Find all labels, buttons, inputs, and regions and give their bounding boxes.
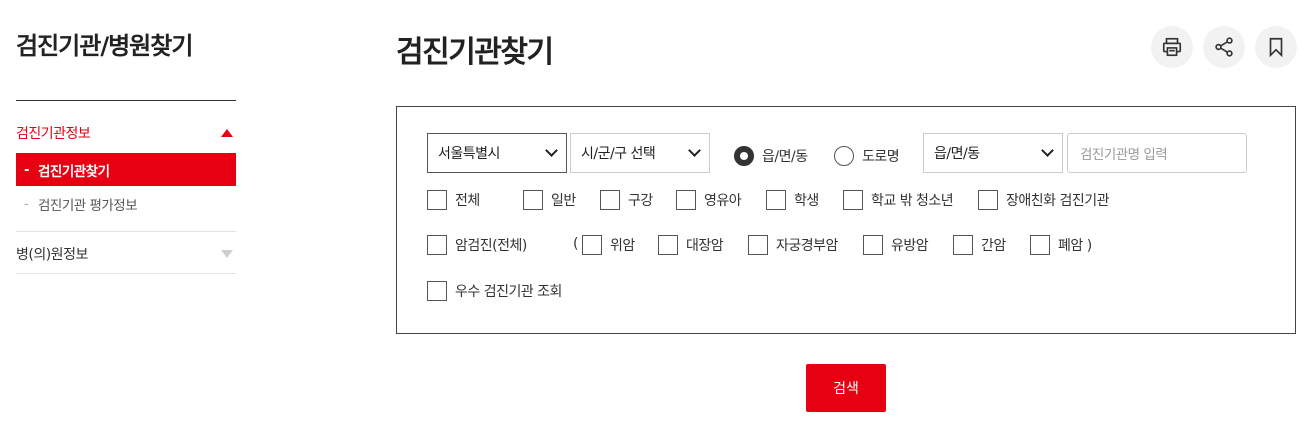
town-select[interactable]: 읍/면/동 [923,133,1063,173]
chevron-down-icon [1041,144,1054,157]
checkbox-label: 간암 [981,238,1006,254]
checkbox-colon-cancer[interactable]: 대장암 [658,235,724,255]
radio-town[interactable]: 읍/면/동 [734,146,808,166]
menu-divider [16,273,236,274]
menu-group-hospital-info: 병(의)원정보 [16,232,236,276]
print-button[interactable] [1151,26,1193,68]
bookmark-icon [1269,37,1283,58]
checkbox[interactable] [427,281,447,301]
page-title: 검진기관찾기 [396,35,554,70]
checkbox-student[interactable]: 학생 [766,190,819,210]
checkbox-label: 자궁경부암 [776,238,838,254]
sidebar-item-find-checkup[interactable]: - 검진기관찾기 [16,153,236,186]
checkbox[interactable] [748,235,768,255]
checkbox[interactable] [843,190,863,210]
radio-button[interactable] [834,146,854,166]
checkbox-label: 대장암 [686,238,724,254]
triangle-down-icon [221,250,233,258]
checkbox-label: 유방암 [891,238,929,254]
share-icon [1215,37,1233,57]
paren-open: ( [573,236,579,252]
dash-icon: - [24,161,30,178]
district-select-value: 시/군/구 선택 [581,146,656,162]
checkbox-label: 일반 [551,193,576,209]
checkbox[interactable] [658,235,678,255]
checkbox-label: 학교 밖 청소년 [871,193,954,209]
share-button[interactable] [1203,26,1245,68]
chevron-down-icon [545,144,558,157]
radio-label: 도로명 [862,149,900,165]
checkbox-label: 전체 [455,193,480,209]
menu-checkup-info-label: 검진기관정보 [16,126,91,142]
checkbox-liver-cancer[interactable]: 간암 [953,235,1006,255]
checkbox-cancer-all[interactable]: 암검진(전체) [427,235,527,255]
checkbox[interactable] [523,190,543,210]
bookmark-button[interactable] [1255,26,1297,68]
checkbox-label: 구강 [628,193,653,209]
city-select-value: 서울특별시 [438,146,500,162]
checkbox-stomach-cancer[interactable]: 위암 [582,235,635,255]
checkbox[interactable] [978,190,998,210]
checkbox-label: 우수 검진기관 조회 [455,284,562,300]
checkbox[interactable] [427,190,447,210]
checkbox-lung-cancer[interactable]: 폐암 ) [1030,235,1092,255]
sidebar-item-label: 검진기관 평가정보 [38,197,138,214]
search-button[interactable]: 검색 [806,364,886,412]
checkbox-label: 폐암 ) [1058,238,1092,254]
district-select[interactable]: 시/군/구 선택 [570,133,710,173]
input-placeholder: 검진기관명 입력 [1080,147,1168,163]
checkbox-excellent-institution[interactable]: 우수 검진기관 조회 [427,281,562,301]
checkbox[interactable] [582,235,602,255]
city-select[interactable]: 서울특별시 [427,133,567,173]
checkbox-breast-cancer[interactable]: 유방암 [863,235,929,255]
checkbox[interactable] [766,190,786,210]
chevron-down-icon [688,144,701,157]
checkbox-out-of-school-youth[interactable]: 학교 밖 청소년 [843,190,954,210]
menu-group-checkup-info: 검진기관정보 - 검진기관찾기 - 검진기관 평가정보 [16,118,236,220]
checkbox-all[interactable]: 전체 [427,190,480,210]
checkbox-general[interactable]: 일반 [523,190,576,210]
checkbox-label: 영유아 [704,193,742,209]
sidebar-item-label: 검진기관찾기 [38,163,110,180]
checkbox-oral[interactable]: 구강 [600,190,653,210]
menu-hospital-info-label: 병(의)원정보 [16,247,88,263]
dash-icon: - [24,195,29,212]
institution-name-input[interactable]: 검진기관명 입력 [1067,133,1247,173]
radio-label: 읍/면/동 [762,149,808,165]
sidebar-title: 검진기관/병원찾기 [16,32,193,60]
sidebar-item-evaluation[interactable]: - 검진기관 평가정보 [16,187,236,220]
radio-road[interactable]: 도로명 [834,146,900,166]
checkbox-label: 장애친화 검진기관 [1006,193,1110,209]
checkbox[interactable] [600,190,620,210]
triangle-up-icon [221,129,233,137]
print-icon [1162,37,1182,57]
checkbox[interactable] [1030,235,1050,255]
checkbox[interactable] [676,190,696,210]
checkbox-infant[interactable]: 영유아 [676,190,742,210]
checkbox-label: 학생 [794,193,819,209]
checkbox[interactable] [427,235,447,255]
checkbox-cervical-cancer[interactable]: 자궁경부암 [748,235,838,255]
checkbox-disability-friendly[interactable]: 장애친화 검진기관 [978,190,1110,210]
checkbox[interactable] [863,235,883,255]
sidebar-divider [16,100,236,101]
checkbox-label: 암검진(전체) [455,238,527,254]
checkbox-label: 위암 [610,238,635,254]
radio-button[interactable] [734,146,754,166]
menu-hospital-info[interactable]: 병(의)원정보 [16,232,236,276]
menu-checkup-info[interactable]: 검진기관정보 [16,118,236,148]
town-select-value: 읍/면/동 [934,146,980,162]
checkbox[interactable] [953,235,973,255]
